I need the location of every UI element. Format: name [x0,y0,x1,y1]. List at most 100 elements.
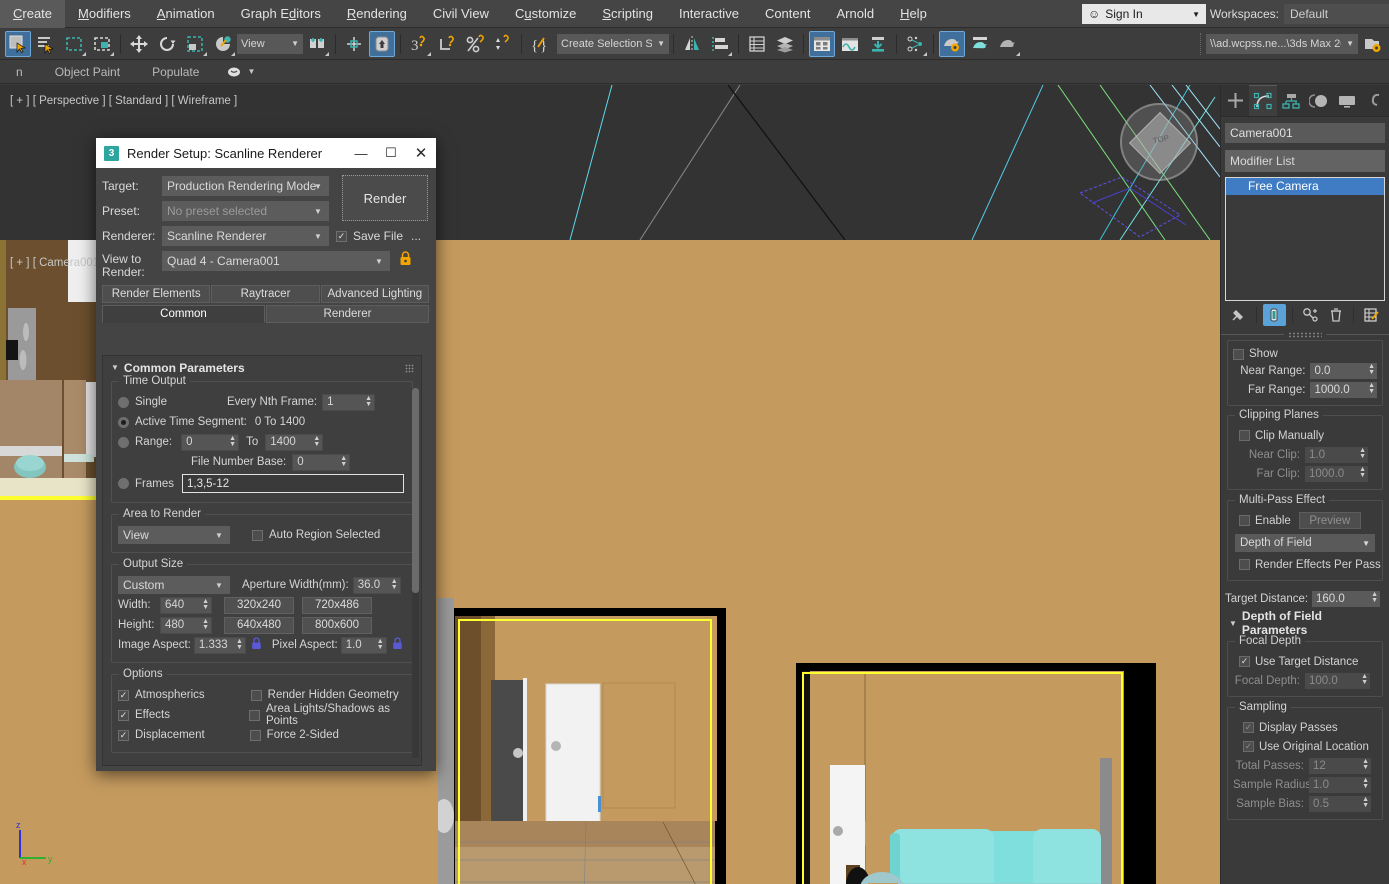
select-and-manipulate-icon[interactable] [369,30,395,57]
pixel-aspect-spinner[interactable]: 1.0 ▲ ▼ [340,636,387,654]
use-target-distance-checkbox[interactable]: ✓ [1239,656,1250,667]
frames-input[interactable]: 1,3,5-12 [181,474,404,493]
viewport-label-camera001[interactable]: [ + ] [ Camera001 ] [10,257,106,269]
multipass-preview-button[interactable]: Preview [1298,512,1361,529]
select-and-link-icon[interactable] [304,31,330,57]
output-size-preset-dropdown[interactable]: Custom ▼ [118,576,230,594]
curve-editor-icon[interactable] [837,31,863,57]
motion-tab-icon[interactable] [1305,85,1333,116]
select-and-scale-icon[interactable] [182,31,208,57]
spinner-arrows-icon[interactable]: ▲ ▼ [202,618,209,631]
save-file-browse-button[interactable]: ... [411,229,421,243]
hierarchy-tab-icon[interactable] [1277,85,1305,116]
select-and-move-icon[interactable] [126,31,152,57]
modifier-stack-item-free-camera[interactable]: Free Camera [1226,178,1384,195]
file-number-base-spinner[interactable]: 0 ▲ ▼ [292,453,351,471]
near-range-spinner[interactable]: 0.0 ▲ ▼ [1310,362,1377,379]
utilities-tab-icon[interactable] [1361,85,1389,116]
spinner-arrows-icon[interactable]: ▲ ▼ [236,638,243,651]
area-lights-shadows-as-points-checkbox[interactable] [248,709,260,721]
common-parameters-header[interactable]: ▼ Common Parameters [103,356,421,376]
displacement-checkbox[interactable]: ✓ [118,729,129,741]
scrollbar-thumb[interactable] [412,388,419,593]
active-time-segment-radio[interactable] [118,416,129,428]
ribbon-tab-object-paint[interactable]: Object Paint [39,65,136,79]
scene-explorer-icon[interactable] [772,31,798,57]
use-original-location-checkbox[interactable]: ✓ [1243,741,1254,752]
remove-modifier-icon[interactable] [1324,304,1347,326]
modify-tab-icon[interactable] [1249,85,1277,116]
auto-region-selected-checkbox[interactable] [252,529,263,541]
renderer-dropdown[interactable]: Scanline Renderer ▼ [162,226,329,246]
clip-manually-checkbox[interactable] [1239,430,1250,441]
height-spinner[interactable]: 480 ▲ ▼ [160,616,212,634]
spinner-arrows-icon[interactable]: ▲ ▼ [1362,796,1369,809]
rollout-drag-grip[interactable] [405,364,414,373]
render-button[interactable]: Render [342,175,428,221]
modifier-stack[interactable]: Free Camera [1225,177,1385,301]
spinner-arrows-icon[interactable]: ▲ ▼ [1371,591,1378,604]
menu-item-modifiers[interactable]: Modifiers [65,0,144,28]
spinner-arrows-icon[interactable]: ▲ ▼ [1361,673,1368,686]
ribbon-flyout-icon[interactable]: ▼ [215,66,255,78]
spinner-arrows-icon[interactable]: ▲ ▼ [202,598,209,611]
project-folder-selector[interactable]: \\ad.wcpss.ne...\3ds Max 2020 ▼ [1206,33,1358,54]
effects-checkbox[interactable]: ✓ [118,709,129,721]
menu-item-interactive[interactable]: Interactive [666,0,752,28]
make-unique-icon[interactable] [1299,304,1322,326]
angle-snap-toggle-icon[interactable] [434,31,460,57]
rollout-scrollbar[interactable] [412,388,419,758]
spinner-arrows-icon[interactable]: ▲ ▼ [391,578,398,591]
maximize-button[interactable]: ☐ [376,138,406,168]
select-and-rotate-icon[interactable] [154,31,180,57]
width-spinner[interactable]: 640 ▲ ▼ [160,596,212,614]
far-range-spinner[interactable]: 1000.0 ▲ ▼ [1310,381,1377,398]
force-2-sided-checkbox[interactable] [249,729,261,741]
preset-dropdown[interactable]: No preset selected ▼ [162,201,329,221]
ribbon-tab-populate[interactable]: Populate [136,65,215,79]
render-to-texture-icon[interactable] [865,31,891,57]
close-icon[interactable]: ✕ [406,138,436,168]
object-name-field[interactable]: Camera001 [1225,123,1385,143]
menu-item-graph-editors[interactable]: Graph Editors [228,0,334,28]
preset-800x600-button[interactable]: 800x600 [302,616,372,634]
spinner-arrows-icon[interactable]: ▲ ▼ [1359,447,1366,460]
spinner-arrows-icon[interactable]: ▲ ▼ [377,638,384,651]
render-setup-titlebar[interactable]: 3 Render Setup: Scanline Renderer — ☐ ✕ [96,138,436,168]
sample-bias-spinner[interactable]: 0.5 ▲ ▼ [1309,795,1371,812]
angle-snap-3-icon[interactable]: 3 [406,31,432,57]
menu-item-customize[interactable]: Customize [502,0,589,28]
near-clip-spinner[interactable]: 1.0 ▲ ▼ [1305,446,1368,463]
lock-view-icon[interactable] [399,251,412,266]
menu-item-content[interactable]: Content [752,0,824,28]
show-checkbox[interactable] [1233,348,1244,360]
frames-radio[interactable] [118,478,129,489]
named-selection-sets-icon[interactable]: {} [527,31,553,57]
pixel-aspect-lock-icon[interactable] [392,637,403,653]
spinner-arrows-icon[interactable]: ▲ ▼ [340,455,347,468]
window-crossing-icon[interactable] [89,31,115,57]
target-distance-spinner[interactable]: 160.0 ▲ ▼ [1312,590,1380,607]
image-aspect-lock-icon[interactable] [251,637,262,653]
menu-item-civil-view[interactable]: Civil View [420,0,502,28]
display-passes-checkbox[interactable]: ✓ [1243,722,1254,733]
render-hidden-geometry-checkbox[interactable] [250,689,262,701]
single-radio[interactable] [118,396,129,408]
minimize-button[interactable]: — [346,138,376,168]
display-tab-icon[interactable] [1333,85,1361,116]
render-setup-icon[interactable] [939,30,965,57]
atmospherics-checkbox[interactable]: ✓ [118,689,129,701]
spinner-arrows-icon[interactable]: ▲ ▼ [1362,758,1369,771]
menu-item-rendering[interactable]: Rendering [334,0,420,28]
spinner-snap-icon[interactable] [490,31,516,57]
sample-radius-spinner[interactable]: 1.0 ▲ ▼ [1309,776,1371,793]
preset-720x486-button[interactable]: 720x486 [302,596,372,614]
target-dropdown[interactable]: Production Rendering Mode ▼ [162,176,329,196]
layer-explorer-icon[interactable] [744,31,770,57]
create-tab-icon[interactable] [1221,85,1249,116]
preset-640x480-button[interactable]: 640x480 [224,616,294,634]
menu-item-create[interactable]: Create [0,0,66,28]
ribbon-tab-truncated[interactable]: n [0,65,39,79]
rendered-frame-window-icon[interactable] [967,31,993,57]
image-aspect-spinner[interactable]: 1.333 ▲ ▼ [193,636,246,654]
